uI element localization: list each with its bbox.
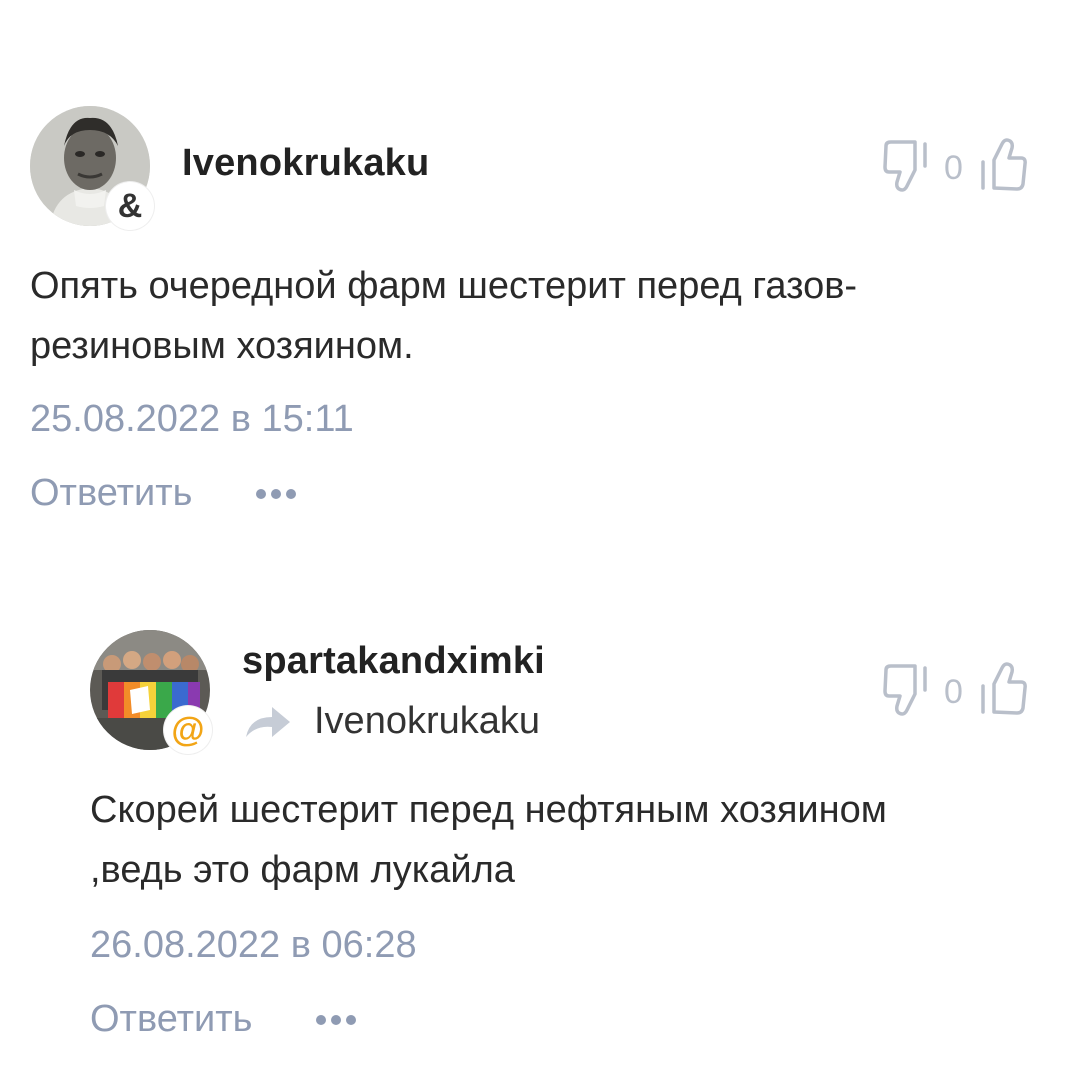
comment-actions: Ответить bbox=[90, 998, 357, 1041]
comment-actions: Ответить bbox=[30, 472, 297, 515]
comment-author[interactable]: Ivenokrukaku bbox=[182, 142, 429, 185]
vote-controls: 0 bbox=[882, 136, 1029, 201]
comment-text-line: Опять очередной фарм шестерит перед газо… bbox=[30, 265, 858, 307]
vote-controls: 0 bbox=[882, 660, 1029, 725]
thumbs-up-icon[interactable] bbox=[977, 136, 1029, 201]
vote-count: 0 bbox=[944, 149, 963, 187]
dot bbox=[346, 1014, 357, 1025]
reply-button[interactable]: Ответить bbox=[90, 998, 252, 1041]
reply-to: Ivenokrukaku bbox=[244, 700, 540, 743]
dot bbox=[286, 488, 297, 499]
comment-text-line: ,ведь это фарм лукайла bbox=[90, 849, 515, 891]
comment-date: 26.08.2022 в 06:28 bbox=[90, 924, 417, 966]
comment-author[interactable]: spartakandximki bbox=[242, 640, 545, 683]
dot bbox=[331, 1014, 342, 1025]
dot bbox=[256, 488, 267, 499]
vote-count: 0 bbox=[944, 673, 963, 711]
comment-date: 25.08.2022 в 15:11 bbox=[30, 398, 354, 440]
avatar-badge: & bbox=[106, 182, 154, 230]
more-dots-icon[interactable] bbox=[256, 488, 297, 499]
thumbs-up-icon[interactable] bbox=[977, 660, 1029, 725]
comment-2: @ spartakandximki Ivenokrukaku 0 Скорей … bbox=[0, 560, 1080, 1084]
ampersand-badge-icon: & bbox=[117, 186, 143, 225]
at-badge-icon: @ bbox=[171, 710, 205, 749]
comment-text: Опять очередной фарм шестерит перед газо… bbox=[30, 256, 1050, 376]
reply-arrow-icon bbox=[244, 703, 292, 741]
thumbs-down-icon[interactable] bbox=[882, 660, 934, 725]
comment-text: Скорей шестерит перед нефтяным хозяином … bbox=[90, 780, 1050, 900]
comment-text-line: Скорей шестерит перед нефтяным хозяином bbox=[90, 789, 887, 831]
reply-button[interactable]: Ответить bbox=[30, 472, 192, 515]
reply-to-username[interactable]: Ivenokrukaku bbox=[314, 700, 540, 743]
comment-text-line: резиновым хозяином. bbox=[30, 325, 414, 367]
avatar-badge: @ bbox=[164, 706, 212, 754]
comment-1: & Ivenokrukaku 0 Опять очередной фарм ше… bbox=[0, 0, 1080, 560]
dot bbox=[271, 488, 282, 499]
dot bbox=[316, 1014, 327, 1025]
more-dots-icon[interactable] bbox=[316, 1014, 357, 1025]
thumbs-down-icon[interactable] bbox=[882, 136, 934, 201]
